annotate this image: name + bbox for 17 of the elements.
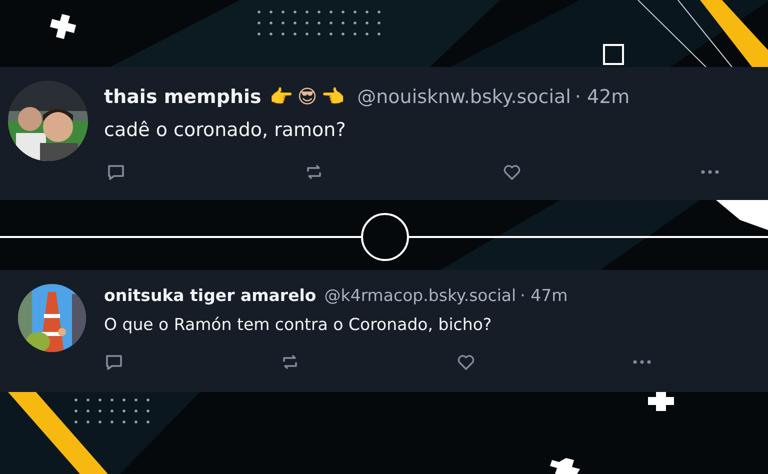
heart-icon[interactable] bbox=[502, 162, 522, 182]
comment-icon[interactable] bbox=[106, 162, 126, 182]
square-outline bbox=[603, 44, 624, 65]
plus-shape bbox=[550, 458, 580, 474]
user-handle[interactable]: @k4rmacop.bsky.social bbox=[324, 284, 516, 309]
plus-shape bbox=[648, 392, 674, 411]
display-name[interactable]: thais memphis bbox=[104, 83, 262, 112]
user-handle[interactable]: @nouisknw.bsky.social bbox=[357, 83, 571, 112]
post-time: · 42m bbox=[574, 85, 630, 110]
plus-shape bbox=[50, 14, 76, 39]
display-name[interactable]: onitsuka tiger amarelo bbox=[104, 284, 316, 309]
circle-outline bbox=[361, 213, 409, 261]
post-text: O que o Ramón tem contra o Coronado, bicho? bbox=[104, 314, 493, 336]
post-text: cadê o coronado, ramon? bbox=[104, 118, 347, 142]
emoji: 👉😎👈 bbox=[269, 85, 350, 110]
repost-icon[interactable] bbox=[304, 162, 324, 182]
post-time: · 47m bbox=[520, 285, 568, 307]
